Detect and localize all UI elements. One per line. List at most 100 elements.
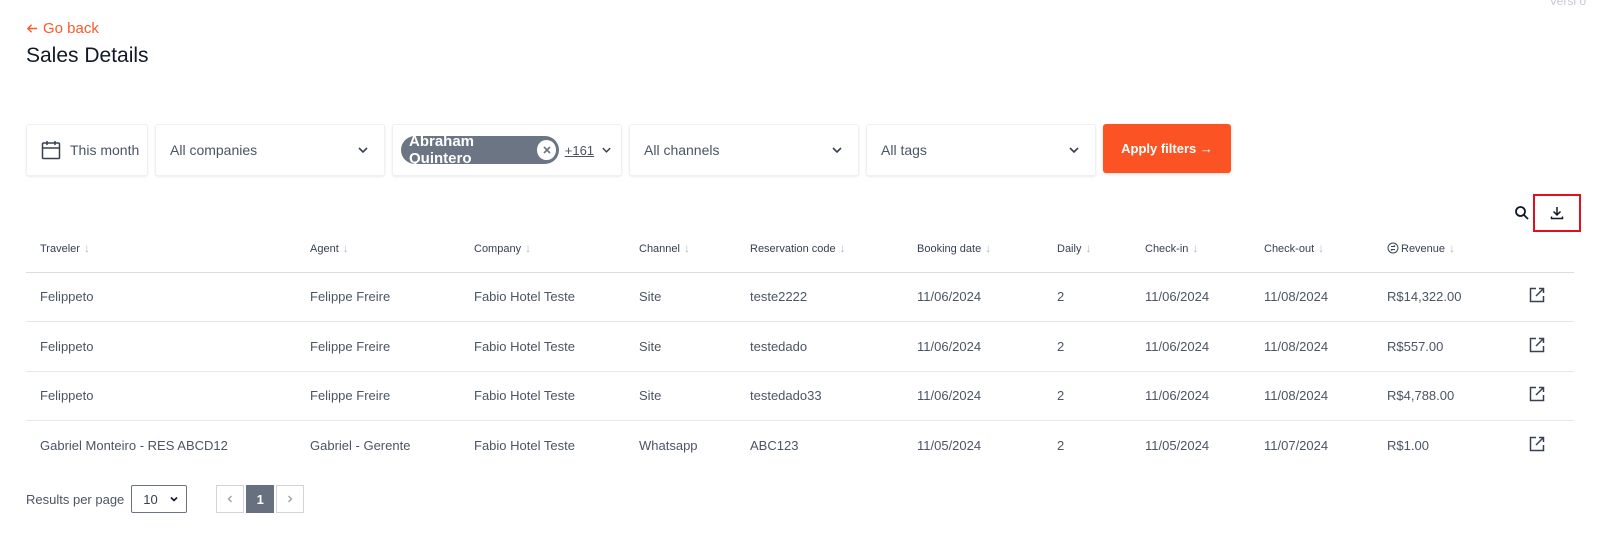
cell-agent: Felippe Freire bbox=[296, 272, 460, 322]
cell-company: Fabio Hotel Teste bbox=[460, 272, 625, 322]
download-icon bbox=[1550, 207, 1564, 220]
version-label: Versi o bbox=[1549, 0, 1586, 8]
more-agents-link[interactable]: +161 bbox=[565, 143, 594, 158]
chevron-left-icon bbox=[227, 495, 233, 503]
cell-booking-date: 11/06/2024 bbox=[903, 371, 1043, 421]
table-row: Felippeto Felippe Freire Fabio Hotel Tes… bbox=[26, 272, 1574, 322]
cell-check-out: 11/08/2024 bbox=[1250, 272, 1373, 322]
sort-arrow-icon: ↓ bbox=[342, 240, 349, 255]
go-back-label: Go back bbox=[43, 20, 99, 37]
column-header-traveler[interactable]: Traveler ↓ bbox=[26, 224, 296, 273]
date-filter[interactable]: This month bbox=[26, 124, 148, 176]
chevron-down-icon bbox=[832, 147, 842, 154]
cell-check-in: 11/06/2024 bbox=[1131, 272, 1250, 322]
cell-booking-date: 11/06/2024 bbox=[903, 321, 1043, 372]
external-link-icon[interactable] bbox=[1528, 385, 1546, 403]
cell-traveler: Gabriel Monteiro - RES ABCD12 bbox=[40, 438, 228, 453]
sort-arrow-icon: ↓ bbox=[1192, 240, 1199, 255]
column-header-company[interactable]: Company ↓ bbox=[460, 224, 625, 273]
arrow-left-icon bbox=[26, 24, 38, 33]
cell-check-out: 11/08/2024 bbox=[1250, 371, 1373, 421]
page-button-current[interactable]: 1 bbox=[246, 485, 275, 513]
tags-select[interactable]: All tags bbox=[866, 124, 1096, 176]
cell-actions bbox=[1514, 421, 1574, 471]
chevron-right-icon bbox=[288, 495, 293, 503]
cell-actions bbox=[1514, 321, 1574, 372]
external-link-icon[interactable] bbox=[1528, 286, 1546, 304]
column-header-revenue[interactable]: Revenue ↓ bbox=[1373, 224, 1514, 273]
sort-arrow-icon: ↓ bbox=[1449, 240, 1456, 255]
cell-reservation-code: ABC123 bbox=[750, 438, 799, 453]
cell-actions bbox=[1514, 272, 1574, 322]
results-per-page-select[interactable]: 10 bbox=[131, 485, 188, 513]
cell-reservation-code: testedado33 bbox=[736, 371, 903, 421]
date-filter-label: This month bbox=[70, 142, 140, 158]
companies-select[interactable]: All companies bbox=[155, 124, 385, 176]
agent-chip-label: Abraham Quintero bbox=[409, 133, 475, 167]
sort-arrow-icon: ↓ bbox=[683, 240, 690, 255]
cell-company: Fabio Hotel Teste bbox=[474, 438, 575, 453]
sort-arrow-icon: ↓ bbox=[1318, 240, 1325, 255]
cell-check-in: 11/06/2024 bbox=[1131, 371, 1250, 421]
cell-channel: Whatsapp bbox=[639, 438, 698, 453]
table-header-row: Traveler ↓ Agent ↓ Company ↓ Channel ↓ Reser… bbox=[26, 224, 1574, 273]
channels-select[interactable]: All channels bbox=[629, 124, 859, 176]
column-header-check-in[interactable]: Check-in ↓ bbox=[1131, 224, 1250, 273]
cell-daily: 2 bbox=[1043, 371, 1131, 421]
column-header-daily[interactable]: Daily ↓ bbox=[1043, 224, 1131, 273]
table-row: Felippeto Felippe Freire Fabio Hotel Tes… bbox=[26, 321, 1574, 372]
sort-arrow-icon: ↓ bbox=[839, 240, 846, 255]
cell-revenue: R$1.00 bbox=[1387, 438, 1429, 453]
cell-check-out: 11/08/2024 bbox=[1250, 321, 1373, 372]
go-back-link[interactable]: Go back bbox=[26, 20, 99, 37]
external-link-icon[interactable] bbox=[1528, 435, 1546, 453]
cell-actions bbox=[1514, 371, 1574, 421]
column-header-reservation-code[interactable]: Reservation code ↓ bbox=[736, 224, 903, 273]
previous-page-button[interactable] bbox=[216, 485, 245, 513]
sort-arrow-icon: ↓ bbox=[1085, 240, 1092, 255]
external-link-icon[interactable] bbox=[1528, 336, 1546, 354]
cell-traveler: Felippeto bbox=[26, 321, 296, 372]
column-header-channel[interactable]: Channel ↓ bbox=[625, 224, 736, 273]
calendar-icon bbox=[41, 141, 61, 160]
column-header-booking-date[interactable]: Booking date ↓ bbox=[903, 224, 1043, 273]
column-header-agent[interactable]: Agent ↓ bbox=[296, 224, 460, 273]
apply-filters-button[interactable]: Apply filters → bbox=[1103, 124, 1231, 173]
search-icon[interactable] bbox=[1514, 205, 1530, 221]
agents-select[interactable]: Abraham Quintero +161 bbox=[392, 124, 622, 176]
sort-arrow-icon: ↓ bbox=[985, 240, 992, 255]
cell-revenue: R$14,322.00 bbox=[1373, 272, 1514, 322]
cell-agent: Felippe Freire bbox=[296, 321, 460, 372]
page-title: Sales Details bbox=[26, 44, 149, 67]
table-row: Felippeto Felippe Freire Fabio Hotel Tes… bbox=[26, 371, 1574, 421]
column-header-check-out[interactable]: Check-out ↓ bbox=[1250, 224, 1373, 273]
close-icon bbox=[542, 146, 551, 154]
pagination-bar: Results per page 10 1 bbox=[26, 485, 305, 513]
cell-check-in: 11/06/2024 bbox=[1131, 321, 1250, 372]
cell-company: Fabio Hotel Teste bbox=[460, 321, 625, 372]
cell-agent: Gabriel - Gerente bbox=[310, 438, 411, 453]
cell-channel: Site bbox=[625, 371, 736, 421]
cell-traveler: Felippeto bbox=[26, 272, 296, 322]
cell-reservation-code: teste2222 bbox=[736, 272, 903, 322]
cell-revenue: R$4,788.00 bbox=[1373, 371, 1514, 421]
cell-company: Fabio Hotel Teste bbox=[460, 371, 625, 421]
cell-booking-date: 11/06/2024 bbox=[903, 272, 1043, 322]
table-row: Gabriel Monteiro - RES ABCD12 Gabriel - … bbox=[26, 421, 1574, 471]
chevron-down-icon bbox=[602, 147, 611, 153]
chevron-down-icon bbox=[1069, 147, 1079, 154]
agent-chip: Abraham Quintero bbox=[401, 133, 559, 167]
companies-select-value: All companies bbox=[170, 142, 258, 158]
remove-chip-button[interactable] bbox=[537, 140, 556, 160]
cell-check-out: 11/07/2024 bbox=[1264, 438, 1329, 453]
cell-booking-date: 11/05/2024 bbox=[917, 438, 982, 453]
cell-channel: Site bbox=[625, 272, 736, 322]
results-per-page-value: 10 bbox=[143, 491, 158, 507]
results-per-page-label: Results per page bbox=[26, 491, 125, 507]
next-page-button[interactable] bbox=[276, 485, 305, 513]
cell-daily: 2 bbox=[1043, 321, 1131, 372]
cell-check-in: 11/05/2024 bbox=[1145, 438, 1210, 453]
cell-daily: 2 bbox=[1057, 438, 1065, 453]
channels-select-value: All channels bbox=[644, 142, 720, 158]
filter-bar: This month All companies Abraham Quinter… bbox=[26, 124, 1231, 176]
